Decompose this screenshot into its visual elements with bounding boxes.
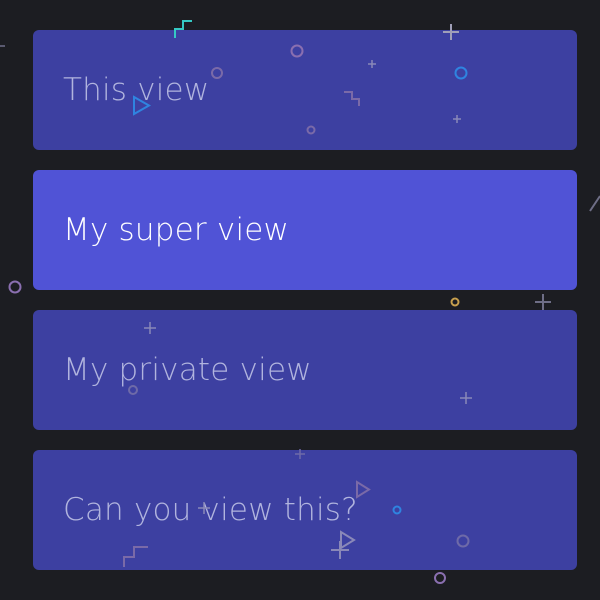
confetti-circle-icon bbox=[8, 280, 22, 294]
view-item-label: This view bbox=[63, 72, 210, 108]
view-item-my-super-view[interactable]: My super view bbox=[33, 170, 577, 290]
view-item-label: My super view bbox=[63, 212, 290, 248]
view-item-this-view[interactable]: This view bbox=[33, 30, 577, 150]
view-item-label: Can you view this? bbox=[63, 492, 358, 528]
view-picker-screen: This view My super view My private view … bbox=[0, 0, 600, 600]
confetti-triangle-icon bbox=[589, 195, 600, 212]
view-item-my-private-view[interactable]: My private view bbox=[33, 310, 577, 430]
view-item-label: My private view bbox=[63, 352, 312, 388]
view-list: This view My super view My private view … bbox=[33, 30, 577, 590]
view-item-can-you-view-this[interactable]: Can you view this? bbox=[33, 450, 577, 570]
